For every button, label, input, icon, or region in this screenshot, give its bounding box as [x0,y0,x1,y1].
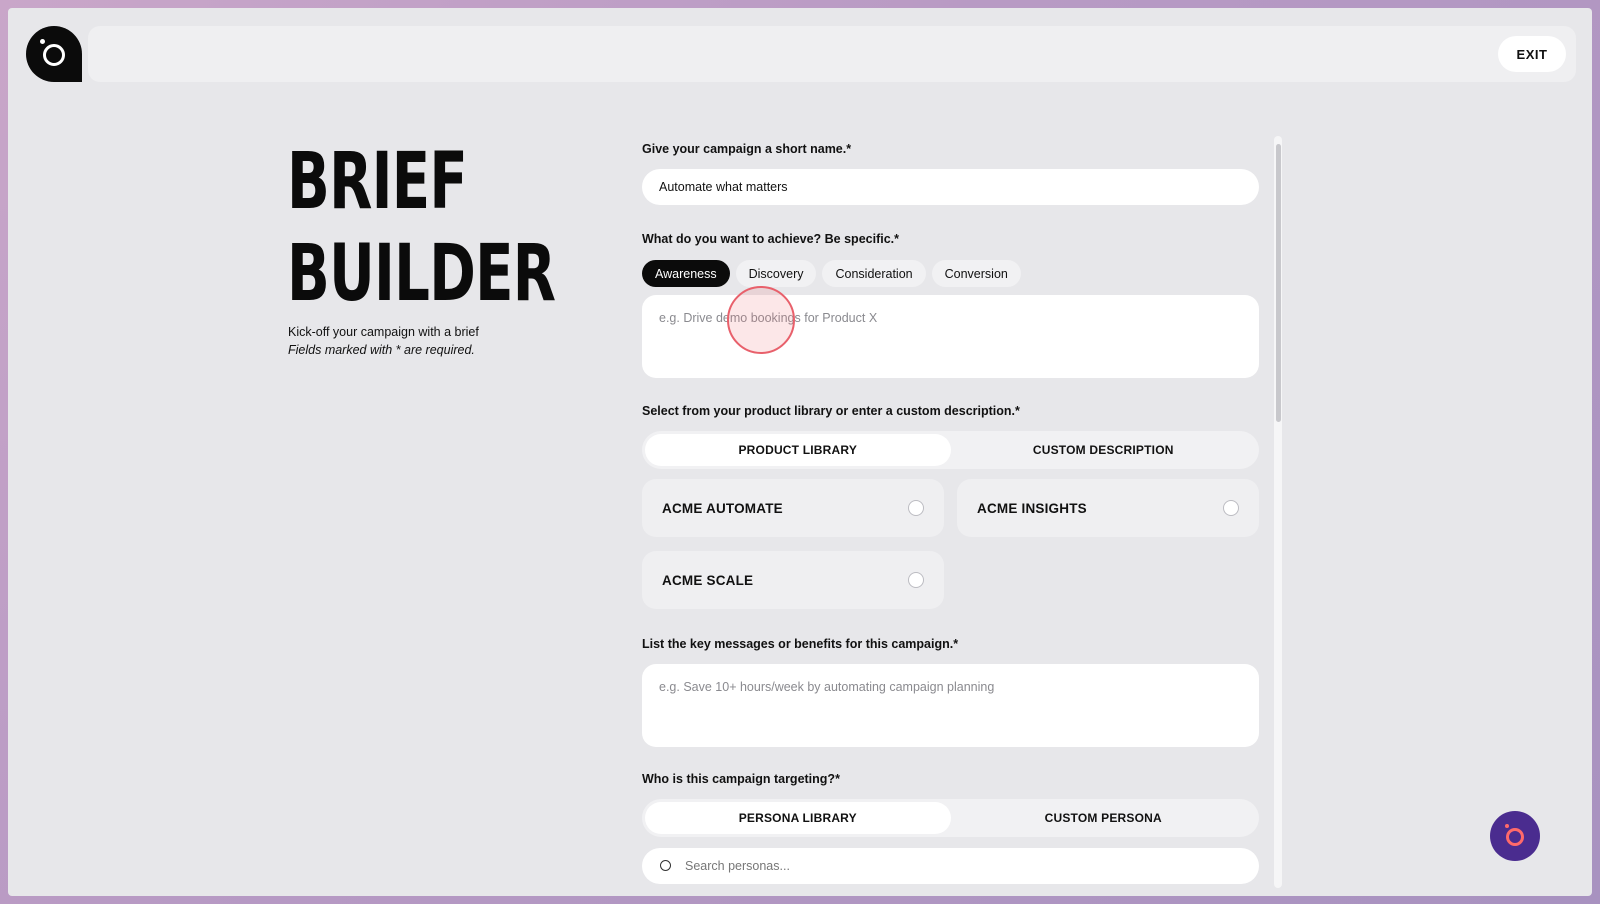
tab-persona-library[interactable]: PERSONA LIBRARY [645,802,951,834]
product-card[interactable]: ACME INSIGHTS [957,479,1259,537]
product-radio[interactable] [908,572,924,588]
goal-option-consideration[interactable]: Consideration [822,260,926,287]
form-scrollbar-thumb[interactable] [1276,144,1281,422]
product-name: ACME INSIGHTS [977,500,1087,516]
goal-option-awareness[interactable]: Awareness [642,260,730,287]
product-card[interactable]: ACME SCALE [642,551,944,609]
persona-search-placeholder: Search personas... [685,859,790,873]
search-icon [660,860,671,871]
title-line-1: BRIEF [287,137,468,227]
goal-label: What do you want to achieve? Be specific… [642,232,899,246]
tab-custom-description[interactable]: CUSTOM DESCRIPTION [951,434,1257,466]
chat-ring-icon [1506,828,1524,846]
key-messages-label: List the key messages or benefits for th… [642,637,959,651]
goal-option-conversion[interactable]: Conversion [931,260,1021,287]
campaign-name-label: Give your campaign a short name.* [642,142,852,156]
page-subtitle-block: Kick-off your campaign with a brief Fiel… [288,323,479,359]
brief-form: Give your campaign a short name.* Automa… [642,136,1278,888]
chat-dot-icon [1505,824,1509,828]
product-name: ACME AUTOMATE [662,500,783,516]
page-subtitle: Kick-off your campaign with a brief [288,325,479,339]
logo-dot-icon [40,39,45,44]
exit-button[interactable]: EXIT [1498,36,1566,72]
required-note: Fields marked with * are required. [288,343,475,357]
product-name: ACME SCALE [662,572,754,588]
chat-assistant-button[interactable] [1490,811,1540,861]
app-window: EXIT BRIEF BUILDER Kick-off your campaig… [8,8,1592,896]
page-title: BRIEF BUILDER [287,136,556,320]
persona-source-toggle: PERSONA LIBRARY CUSTOM PERSONA [642,799,1259,837]
product-card[interactable]: ACME AUTOMATE [642,479,944,537]
top-bar: EXIT [88,26,1576,82]
click-indicator [727,286,795,354]
brand-logo[interactable] [26,26,82,82]
logo-ring-icon [43,44,65,66]
product-radio[interactable] [908,500,924,516]
persona-search-input[interactable]: Search personas... [642,848,1259,884]
goal-options: Awareness Discovery Consideration Conver… [642,260,1021,287]
product-label: Select from your product library or ente… [642,404,1020,418]
product-source-toggle: PRODUCT LIBRARY CUSTOM DESCRIPTION [642,431,1259,469]
goal-option-discovery[interactable]: Discovery [735,260,817,287]
tab-product-library[interactable]: PRODUCT LIBRARY [645,434,951,466]
key-messages-textarea[interactable]: e.g. Save 10+ hours/week by automating c… [642,664,1259,747]
campaign-name-input[interactable]: Automate what matters [642,169,1259,205]
targeting-label: Who is this campaign targeting?* [642,772,840,786]
tab-custom-persona[interactable]: CUSTOM PERSONA [951,802,1257,834]
title-line-2: BUILDER [287,229,556,319]
product-radio[interactable] [1223,500,1239,516]
